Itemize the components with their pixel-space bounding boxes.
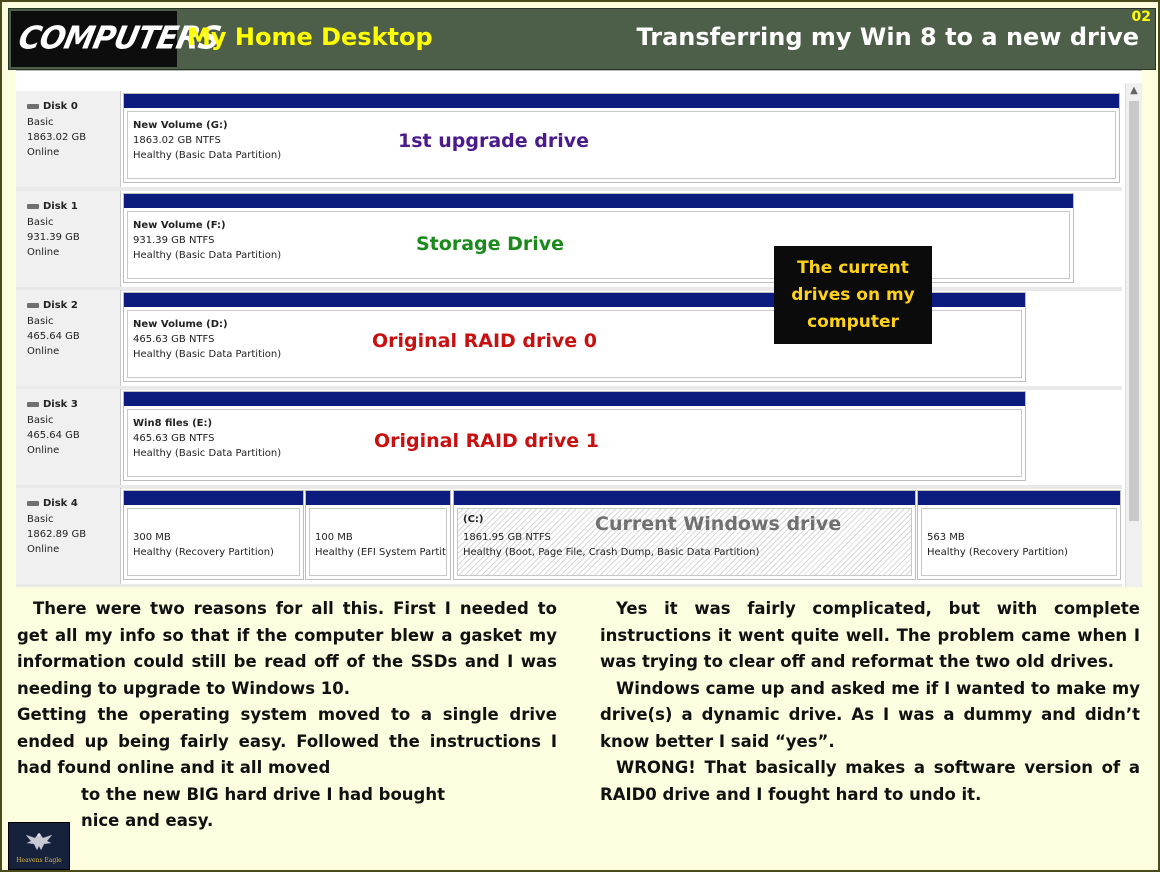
annotation-upgrade-drive: 1st upgrade drive — [398, 130, 590, 152]
disk-label-4[interactable]: Disk 4 Basic 1862.89 GB Online — [16, 488, 121, 584]
partition-efi[interactable]: 100 MB Healthy (EFI System Partiti — [305, 490, 451, 580]
partition-c[interactable]: (C:) 1861.95 GB NTFS Healthy (Boot, Page… — [453, 490, 916, 580]
right-paragraph-2: Windows came up and asked me if I wanted… — [600, 678, 1140, 751]
disk-size: 465.64 GB — [27, 331, 80, 342]
page-subtitle: Transferring my Win 8 to a new drive — [636, 23, 1140, 51]
right-text-column: Yes it was fairly complicated, but with … — [600, 596, 1140, 808]
left-paragraph-3: to the new BIG hard drive I had bought — [81, 784, 445, 804]
disk-name: Disk 3 — [27, 399, 78, 410]
disk-size: 1863.02 GB — [27, 132, 87, 143]
partition-name: Win8 files (E:) — [133, 418, 213, 429]
disk-size: 1862.89 GB — [27, 529, 87, 540]
disk-label-1[interactable]: Disk 1 Basic 931.39 GB Online — [16, 191, 121, 287]
disk-row-1[interactable]: Disk 1 Basic 931.39 GB Online New Volume… — [16, 191, 1122, 291]
callout-current-drives: The current drives on my computer — [774, 246, 932, 344]
partition-bar — [124, 94, 1119, 108]
disk-row-4[interactable]: Disk 4 Basic 1862.89 GB Online 300 MB He… — [16, 488, 1122, 587]
partition-size: 1861.95 GB NTFS — [463, 532, 551, 543]
partition-bar — [454, 491, 915, 505]
left-paragraph-2: Getting the operating system moved to a … — [17, 705, 557, 777]
eagle-icon — [25, 832, 53, 851]
disk-row-2[interactable]: Disk 2 Basic 465.64 GB Online New Volume… — [16, 290, 1122, 390]
disk-name: Disk 2 — [27, 300, 78, 311]
disk-status: Online — [27, 445, 60, 456]
scroll-thumb[interactable] — [1129, 101, 1139, 521]
left-paragraph-1: There were two reasons for all this. Fir… — [17, 599, 557, 698]
annotation-raid-drive-1: Original RAID drive 1 — [374, 430, 600, 452]
partition-size: 465.63 GB NTFS — [133, 433, 215, 444]
disk-management-view: Disk 0 Basic 1863.02 GB Online New Volum… — [16, 70, 1142, 587]
left-text-column: There were two reasons for all this. Fir… — [17, 596, 557, 835]
page-title: My Home Desktop — [187, 23, 433, 51]
partition-status: Healthy (Basic Data Partition) — [133, 349, 282, 360]
callout-line-1: The current — [797, 258, 909, 278]
annotation-raid-drive-0: Original RAID drive 0 — [372, 330, 598, 352]
partition-size: 100 MB — [315, 532, 353, 543]
partition-info: 100 MB Healthy (EFI System Partiti — [309, 508, 447, 576]
partition-bar — [306, 491, 450, 505]
partition-status: Healthy (EFI System Partiti — [315, 547, 447, 558]
partition-size: 563 MB — [927, 532, 965, 543]
disk-size: 931.39 GB — [27, 232, 80, 243]
partition-bar — [124, 491, 303, 505]
partition-name: (C:) — [463, 514, 484, 525]
partition-status: Healthy (Recovery Partition) — [927, 547, 1068, 558]
disk-row-3[interactable]: Disk 3 Basic 465.64 GB Online Win8 files… — [16, 389, 1122, 489]
right-paragraph-1: Yes it was fairly complicated, but with … — [600, 599, 1140, 671]
slide-page: COMPUTERS My Home Desktop Transferring m… — [0, 0, 1160, 872]
disk-status: Online — [27, 346, 60, 357]
partition-status: Healthy (Boot, Page File, Crash Dump, Ba… — [463, 547, 760, 558]
partition-bar — [124, 392, 1025, 406]
partition-info: New Volume (G:) 1863.02 GB NTFS Healthy … — [127, 111, 1116, 179]
partition-g[interactable]: New Volume (G:) 1863.02 GB NTFS Healthy … — [123, 93, 1120, 183]
eagle-logo-text: Heavens Eagle — [16, 857, 62, 864]
partition-status: Healthy (Recovery Partition) — [133, 547, 274, 558]
partition-recovery-2[interactable]: 563 MB Healthy (Recovery Partition) — [917, 490, 1121, 580]
disk-type: Basic — [27, 316, 54, 327]
partition-status: Healthy (Basic Data Partition) — [133, 448, 282, 459]
disk-name: Disk 1 — [27, 201, 78, 212]
partition-size: 931.39 GB NTFS — [133, 235, 215, 246]
left-paragraph-4: nice and easy. — [81, 811, 214, 830]
partition-name: New Volume (F:) — [133, 220, 226, 231]
disk-label-3[interactable]: Disk 3 Basic 465.64 GB Online — [16, 389, 121, 485]
disk-status: Online — [27, 147, 60, 158]
disk-label-2[interactable]: Disk 2 Basic 465.64 GB Online — [16, 290, 121, 386]
disk-type: Basic — [27, 415, 54, 426]
right-paragraph-3: WRONG! That basically makes a software v… — [600, 758, 1140, 804]
disk-size: 465.64 GB — [27, 430, 80, 441]
partition-recovery-1[interactable]: 300 MB Healthy (Recovery Partition) — [123, 490, 304, 580]
header-banner: COMPUTERS My Home Desktop Transferring m… — [8, 8, 1156, 70]
partition-name: New Volume (G:) — [133, 120, 228, 131]
disk-type: Basic — [27, 117, 54, 128]
computers-logo: COMPUTERS — [11, 11, 223, 67]
disk-row-0[interactable]: Disk 0 Basic 1863.02 GB Online New Volum… — [16, 91, 1122, 191]
partition-info: 300 MB Healthy (Recovery Partition) — [127, 508, 300, 576]
disk-label-0[interactable]: Disk 0 Basic 1863.02 GB Online — [16, 91, 121, 187]
callout-line-2: drives on my — [791, 285, 915, 305]
disk-type: Basic — [27, 217, 54, 228]
vertical-scrollbar[interactable]: ▲ — [1125, 83, 1142, 587]
partition-bar — [124, 194, 1073, 208]
partition-bar — [918, 491, 1120, 505]
partition-info: 563 MB Healthy (Recovery Partition) — [921, 508, 1117, 576]
partition-name: New Volume (D:) — [133, 319, 228, 330]
page-number: 02 — [1131, 9, 1151, 25]
annotation-windows-drive: Current Windows drive — [595, 513, 842, 535]
disk-status: Online — [27, 544, 60, 555]
partition-size: 300 MB — [133, 532, 171, 543]
partition-status: Healthy (Basic Data Partition) — [133, 150, 282, 161]
disk-type: Basic — [27, 514, 54, 525]
heavens-eagle-logo: Heavens Eagle — [8, 822, 70, 870]
scroll-up-arrow-icon[interactable]: ▲ — [1126, 83, 1142, 99]
disk-name: Disk 4 — [27, 498, 78, 509]
partition-size: 465.63 GB NTFS — [133, 334, 215, 345]
callout-line-3: computer — [807, 312, 899, 332]
disk-name: Disk 0 — [27, 101, 78, 112]
partition-size: 1863.02 GB NTFS — [133, 135, 221, 146]
partition-status: Healthy (Basic Data Partition) — [133, 250, 282, 261]
disk-status: Online — [27, 247, 60, 258]
annotation-storage-drive: Storage Drive — [416, 233, 565, 255]
